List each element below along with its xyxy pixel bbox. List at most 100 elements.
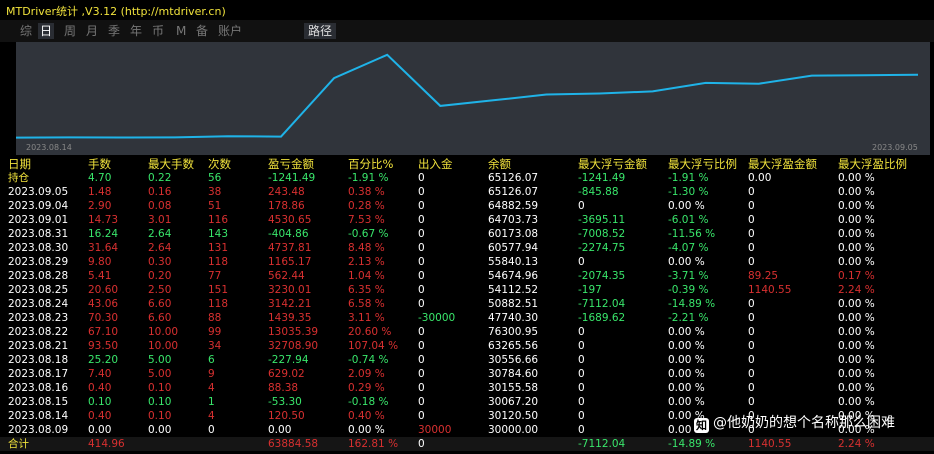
column-header[interactable]: 最大浮亏金额	[578, 157, 647, 171]
column-header[interactable]: 手数	[88, 157, 111, 171]
table-cell: 4737.81	[268, 242, 312, 254]
table-cell: 1.48	[88, 186, 112, 198]
table-cell: 30556.66	[488, 354, 539, 366]
table-row[interactable]: 2023.09.04 2.90 0.08 51 178.86 0.28 % 0 64882.5…	[0, 199, 934, 213]
tab-1[interactable]: 日	[38, 23, 55, 39]
table-cell: 93.50	[88, 340, 119, 352]
table-row[interactable]: 2023.08.28 5.41 0.20 77 562.44 1.04 % 0 54674.9…	[0, 269, 934, 283]
table-row[interactable]: 2023.08.30 31.64 2.64 131 4737.81 8.48 % 0 6057…	[0, 241, 934, 255]
table-cell: -197	[578, 284, 602, 296]
table-cell: -30000	[418, 312, 456, 324]
table-cell: 2023.09.05	[8, 186, 69, 198]
table-cell: 2023.08.21	[8, 340, 69, 352]
column-header[interactable]: 日期	[8, 157, 31, 171]
table-row[interactable]: 2023.08.15 0.10 0.10 1 -53.30 -0.18 % 0 30067.2…	[0, 395, 934, 409]
table-cell: 0.00 %	[838, 312, 875, 324]
table-cell: 30000	[418, 424, 452, 436]
tab-9[interactable]: 账户	[216, 23, 244, 39]
table-cell: 0	[578, 340, 585, 352]
table-cell: 0	[418, 438, 425, 450]
table-row[interactable]: 2023.09.05 1.48 0.16 38 243.48 0.38 % 0 65126.0…	[0, 185, 934, 199]
table-cell: 2023.08.16	[8, 382, 69, 394]
table-cell: 2.13 %	[348, 256, 385, 268]
tab-6[interactable]: 币	[150, 23, 166, 39]
table-row[interactable]: 2023.08.23 70.30 6.60 88 1439.35 3.11 % -30000…	[0, 311, 934, 325]
table-cell: 65126.07	[488, 186, 539, 198]
column-header[interactable]: 最大浮亏比例	[668, 157, 737, 171]
table-row[interactable]: 2023.08.18 25.20 5.00 6 -227.94 -0.74 % 0 30556…	[0, 353, 934, 367]
table-cell: 0	[748, 214, 755, 226]
table-cell: 2.64	[148, 228, 172, 240]
table-cell: 30120.50	[488, 410, 539, 422]
tab-3[interactable]: 月	[84, 23, 100, 39]
tab-8[interactable]: 备	[194, 23, 210, 39]
table-cell: 0	[418, 214, 425, 226]
table-cell: -2074.35	[578, 270, 626, 282]
table-cell: 2023.08.09	[8, 424, 69, 436]
table-row[interactable]: 2023.08.25 20.60 2.50 151 3230.01 6.35 % 0 5411…	[0, 283, 934, 297]
table-row[interactable]: 2023.08.31 16.24 2.64 143 -404.86 -0.67 % 0 601…	[0, 227, 934, 241]
table-row[interactable]: 2023.08.29 9.80 0.30 118 1165.17 2.13 % 0 55840…	[0, 255, 934, 269]
table-row[interactable]: 2023.09.01 14.73 3.01 116 4530.65 7.53 % 0 6470…	[0, 213, 934, 227]
table-cell: 持仓	[8, 172, 29, 184]
total-row[interactable]: 合计 414.96 63884.58 162.81 % 0 -7112.04 -14.89 …	[0, 437, 934, 451]
table-cell: 0.16	[148, 186, 172, 198]
table-cell: 0.00	[268, 424, 292, 436]
table-cell: 0	[418, 298, 425, 310]
table-cell: -1.30 %	[668, 186, 709, 198]
table-cell: 2023.09.01	[8, 214, 69, 226]
table-cell: 0	[748, 382, 755, 394]
column-header[interactable]: 次数	[208, 157, 231, 171]
table-cell: 0.00 %	[668, 354, 705, 366]
table-cell: 2023.08.17	[8, 368, 69, 380]
table-cell: 0.00 %	[668, 368, 705, 380]
tab-7[interactable]: M	[174, 23, 188, 39]
column-header[interactable]: 余额	[488, 157, 511, 171]
column-header[interactable]: 盈亏金额	[268, 157, 314, 171]
table-cell: 0.00 %	[838, 340, 875, 352]
table-cell: 0.00 %	[838, 354, 875, 366]
tab-4[interactable]: 季	[106, 23, 122, 39]
tab-5[interactable]: 年	[128, 23, 144, 39]
table-cell: 4530.65	[268, 214, 312, 226]
table-row[interactable]: 2023.08.22 67.10 10.00 99 13035.39 20.60 % 0 76…	[0, 325, 934, 339]
table-cell: 56	[208, 172, 222, 184]
table-cell: 43.06	[88, 298, 119, 310]
table-cell: 0.00 %	[668, 340, 705, 352]
column-header[interactable]: 最大手数	[148, 157, 194, 171]
table-cell: -1241.49	[268, 172, 316, 184]
table-cell: -7008.52	[578, 228, 626, 240]
table-cell: 3.11 %	[348, 312, 385, 324]
table-cell: 6	[208, 354, 215, 366]
table-cell: 54674.96	[488, 270, 539, 282]
table-cell: 1165.17	[268, 256, 312, 268]
table-cell: 2023.08.24	[8, 298, 69, 310]
table-cell: 3230.01	[268, 284, 312, 296]
column-header[interactable]: 最大浮盈金额	[748, 157, 817, 171]
table-cell: 0	[748, 200, 755, 212]
table-cell: 4	[208, 410, 215, 422]
table-row[interactable]: 2023.08.16 0.40 0.10 4 88.38 0.29 % 0 30155.58 0…	[0, 381, 934, 395]
table-cell: 2023.08.30	[8, 242, 69, 254]
table-cell: 0	[418, 410, 425, 422]
table-cell: 65126.07	[488, 172, 539, 184]
column-header[interactable]: 出入金	[418, 157, 453, 171]
tab-0[interactable]: 综	[18, 23, 34, 39]
table-cell: 107.04 %	[348, 340, 399, 352]
table-row[interactable]: 2023.08.21 93.50 10.00 34 32708.90 107.04 % 0 6…	[0, 339, 934, 353]
table-cell: 6.60	[148, 298, 172, 310]
tab-2[interactable]: 周	[62, 23, 78, 39]
table-cell: 0	[418, 186, 425, 198]
table-cell: 0.38 %	[348, 186, 385, 198]
table-row[interactable]: 2023.08.17 7.40 5.00 9 629.02 2.09 % 0 30784.60…	[0, 367, 934, 381]
table-cell: 7.53 %	[348, 214, 385, 226]
table-row[interactable]: 2023.08.24 43.06 6.60 118 3142.21 6.58 % 0 5088…	[0, 297, 934, 311]
table-row[interactable]: 持仓 4.70 0.22 56 -1241.49 -1.91 % 0 65126.07 -124…	[0, 171, 934, 185]
path-tab[interactable]: 路径	[304, 23, 337, 39]
table-cell: 5.41	[88, 270, 112, 282]
column-header[interactable]: 百分比%	[348, 157, 393, 171]
table-cell: 0.10	[148, 382, 172, 394]
column-header[interactable]: 最大浮盈比例	[838, 157, 907, 171]
table-cell: -1.91 %	[668, 172, 709, 184]
table-cell: 0	[418, 368, 425, 380]
